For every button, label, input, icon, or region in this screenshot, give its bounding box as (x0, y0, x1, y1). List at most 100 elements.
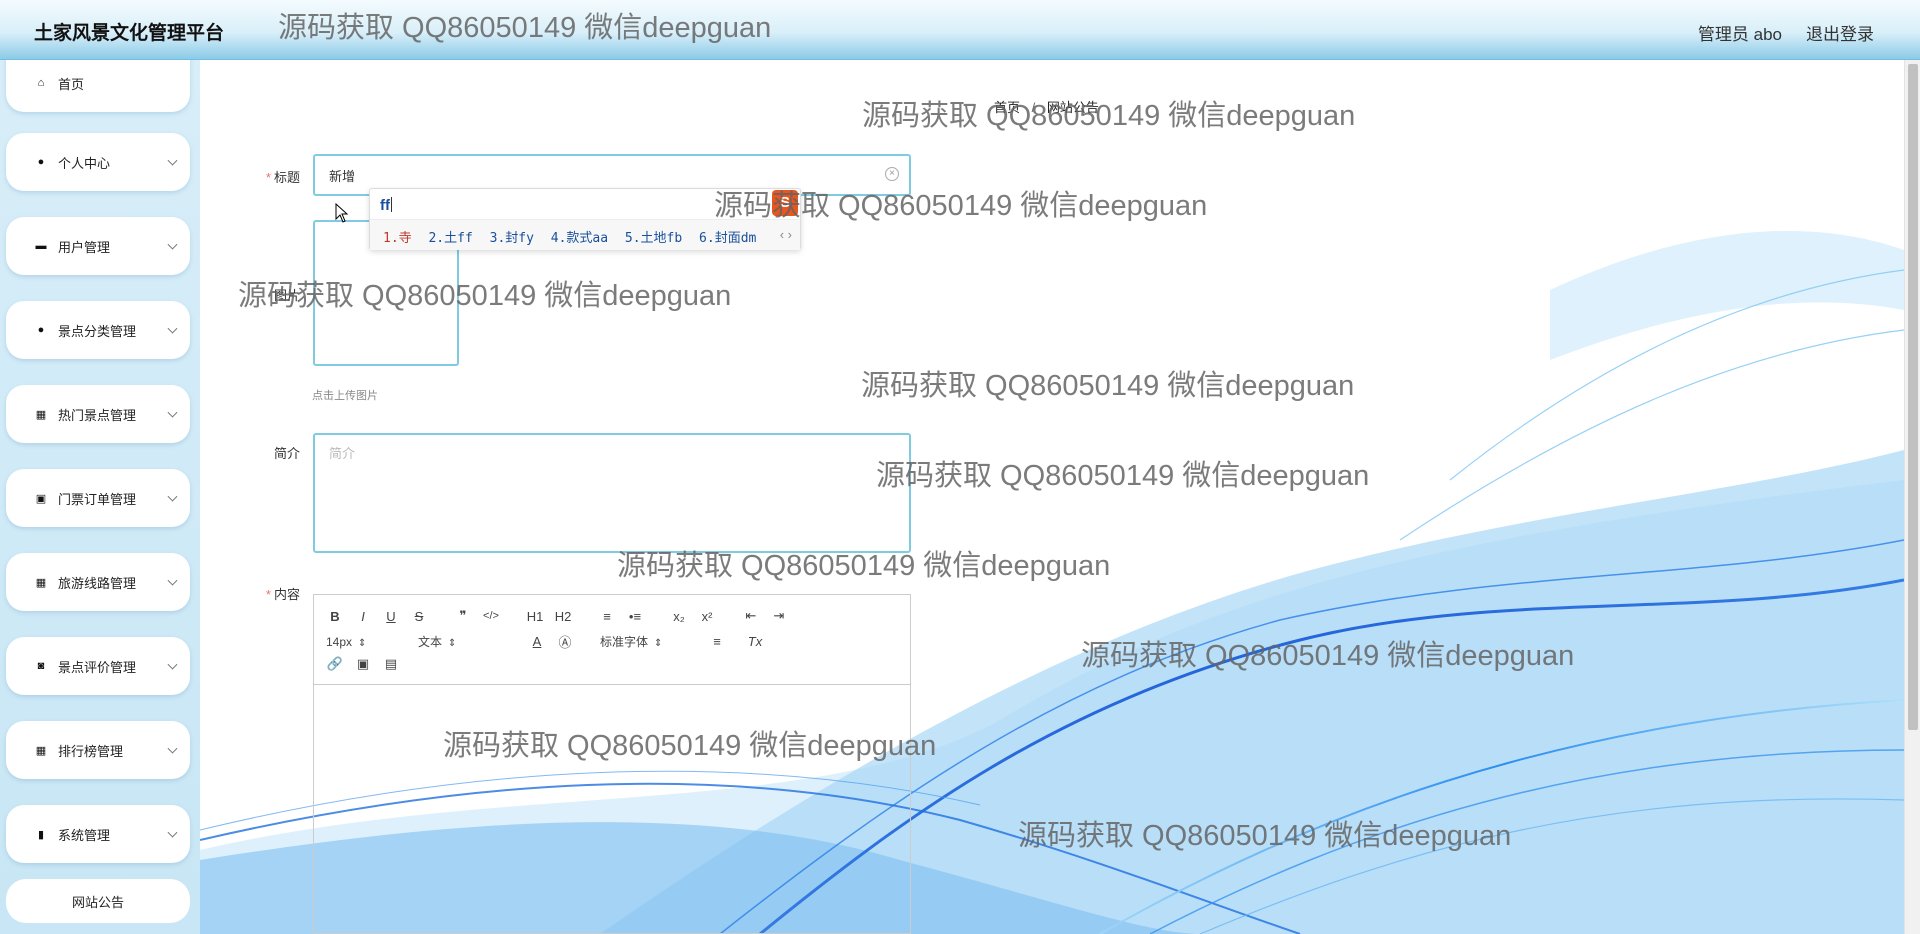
chevron-down-icon (167, 239, 178, 250)
sidebar-item-label: 首页 (58, 76, 85, 92)
sidebar-item-label: 门票订单管理 (58, 491, 137, 507)
heading2-button[interactable]: H2 (554, 609, 572, 624)
bullet-list-button[interactable]: •≡ (626, 609, 644, 624)
chevron-down-icon (167, 743, 178, 754)
breadcrumb-home[interactable]: 首页 (994, 100, 1020, 115)
sidebar-item-home[interactable]: ⌂ 首页 (6, 60, 190, 112)
ticket-icon: ◙ (37, 660, 45, 672)
subscript-button[interactable]: x₂ (670, 609, 688, 624)
toolbar-row-format: B I U S ❞ </> H1 H2 ≡ •≡ x₂ x² ⇤ ⇥ (326, 608, 798, 624)
sidebar-item-label: 热门景点管理 (58, 407, 137, 423)
superscript-button[interactable]: x² (698, 609, 716, 624)
title-input-value: 新增 (329, 168, 356, 184)
strike-button[interactable]: S (410, 609, 428, 624)
video-icon[interactable]: ▤ (382, 656, 400, 672)
upload-hint: 点击上传图片 (312, 390, 378, 402)
ime-candidate-popup: ff 1.寺 2.土ff 3.封fy 4.款式aa 5.土地fb 6.封面dm … (369, 188, 801, 250)
summary-label: 简介 (273, 446, 300, 461)
ime-candidate[interactable]: 2.土ff (428, 231, 472, 246)
sidebar-item-travel-routes[interactable]: ▦ 旅游线路管理 (6, 553, 190, 611)
image-label: 图片 (273, 288, 300, 303)
sidebar-item-label: 景点分类管理 (58, 323, 137, 339)
grid-icon: ▦ (35, 576, 47, 589)
sidebar-item-label: 用户管理 (58, 239, 111, 255)
ime-page-nav[interactable]: ‹ › (780, 227, 792, 242)
breadcrumb: 首页 / 网站公告 (994, 97, 1099, 116)
italic-button[interactable]: I (354, 609, 372, 624)
ime-candidate[interactable]: 3.封fy (490, 231, 534, 246)
chevron-down-icon (167, 155, 178, 166)
outdent-button[interactable]: ⇤ (742, 608, 760, 624)
sidebar-item-personal-center[interactable]: ● 个人中心 (6, 133, 190, 191)
link-icon[interactable]: 🔗 (326, 656, 344, 672)
user-icon: ● (37, 324, 45, 336)
sidebar-item-scenic-category[interactable]: ● 景点分类管理 (6, 301, 190, 359)
ime-candidate-bar: 1.寺 2.土ff 3.封fy 4.款式aa 5.土地fb 6.封面dm ‹ › (370, 219, 800, 250)
sidebar-item-label: 系统管理 (58, 827, 111, 843)
scrollbar-thumb[interactable] (1908, 64, 1918, 730)
sidebar-subitem-announcements[interactable]: 网站公告 (6, 879, 190, 923)
summary-textarea[interactable]: 简介 (313, 433, 911, 553)
ordered-list-button[interactable]: ≡ (598, 609, 616, 624)
chevron-down-icon (167, 827, 178, 838)
background-color-button[interactable]: Ⓐ (556, 632, 574, 651)
image-icon[interactable]: ▣ (354, 656, 372, 672)
clear-format-button[interactable]: Tx (746, 634, 764, 649)
sidebar-item-label: 景点评价管理 (58, 659, 137, 675)
code-block-button[interactable]: </> (482, 610, 500, 622)
ime-candidates: 1.寺 2.土ff 3.封fy 4.款式aa 5.土地fb 6.封面dm (383, 227, 765, 246)
grid-icon: ▦ (35, 744, 47, 757)
breadcrumb-separator: / (1031, 100, 1036, 115)
admin-user-label[interactable]: 管理员 abo (1698, 20, 1782, 45)
content-label: * 内容 (265, 587, 300, 602)
chart-icon: ▮ (37, 828, 45, 841)
sidebar: ⌂ 首页 ● 个人中心 ▬ 用户管理 ● 景点分类管理 ▦ 热门景点管理 ▣ 门… (0, 60, 200, 934)
ime-candidate[interactable]: 6.封面dm (699, 231, 756, 246)
ime-candidate[interactable]: 1.寺 (383, 231, 412, 246)
sidebar-item-hot-scenic[interactable]: ▦ 热门景点管理 (6, 385, 190, 443)
sidebar-item-scenic-reviews[interactable]: ◙ 景点评价管理 (6, 637, 190, 695)
sidebar-item-rankings[interactable]: ▦ 排行榜管理 (6, 721, 190, 779)
sidebar-item-system-management[interactable]: ▮ 系统管理 (6, 805, 190, 863)
underline-button[interactable]: U (382, 609, 400, 624)
breadcrumb-current: 网站公告 (1046, 100, 1099, 115)
editor-toolbar: B I U S ❞ </> H1 H2 ≡ •≡ x₂ x² ⇤ ⇥ 14px … (314, 595, 910, 685)
title-label: * 标题 (265, 170, 300, 185)
sidebar-item-label: 个人中心 (58, 155, 111, 171)
ime-logo: S (772, 190, 798, 216)
bold-button[interactable]: B (326, 609, 344, 624)
content-editor[interactable]: B I U S ❞ </> H1 H2 ≡ •≡ x₂ x² ⇤ ⇥ 14px … (313, 594, 911, 934)
indent-button[interactable]: ⇥ (770, 608, 788, 624)
grid-icon: ▦ (35, 408, 47, 421)
chevron-down-icon (167, 407, 178, 418)
ime-composition: ff (380, 197, 390, 214)
header-actions: 管理员 abo 退出登录 (1698, 20, 1874, 45)
summary-placeholder: 简介 (329, 446, 356, 461)
font-color-button[interactable]: A (528, 634, 546, 649)
font-size-select[interactable]: 14px (326, 635, 400, 649)
chevron-down-icon (167, 575, 178, 586)
sidebar-item-label: 排行榜管理 (58, 743, 124, 759)
chevron-down-icon (167, 491, 178, 502)
chevron-down-icon (167, 323, 178, 334)
logout-button[interactable]: 退出登录 (1806, 20, 1874, 45)
header-select[interactable]: 文本 (418, 633, 510, 650)
blockquote-button[interactable]: ❞ (454, 608, 472, 624)
printer-icon: ▣ (35, 492, 47, 505)
clear-icon[interactable]: × (885, 167, 899, 181)
ime-candidate[interactable]: 4.款式aa (551, 231, 608, 246)
app-title: 土家风景文化管理平台 (34, 23, 225, 44)
chat-icon: ▬ (35, 240, 47, 252)
sidebar-item-ticket-orders[interactable]: ▣ 门票订单管理 (6, 469, 190, 527)
align-button[interactable]: ≡ (708, 634, 726, 649)
sidebar-item-label: 旅游线路管理 (58, 575, 137, 591)
mouse-cursor-icon (335, 203, 349, 223)
heading1-button[interactable]: H1 (526, 609, 544, 624)
sidebar-item-user-management[interactable]: ▬ 用户管理 (6, 217, 190, 275)
toolbar-row-insert: 🔗 ▣ ▤ (326, 656, 410, 672)
ime-candidate[interactable]: 5.土地fb (625, 231, 682, 246)
font-family-select[interactable]: 标准字体 (600, 633, 690, 650)
toolbar-row-select: 14px 文本 A Ⓐ 标准字体 ≡ Tx (326, 632, 774, 651)
page-scrollbar[interactable] (1904, 60, 1920, 934)
home-icon: ⌂ (37, 77, 45, 89)
